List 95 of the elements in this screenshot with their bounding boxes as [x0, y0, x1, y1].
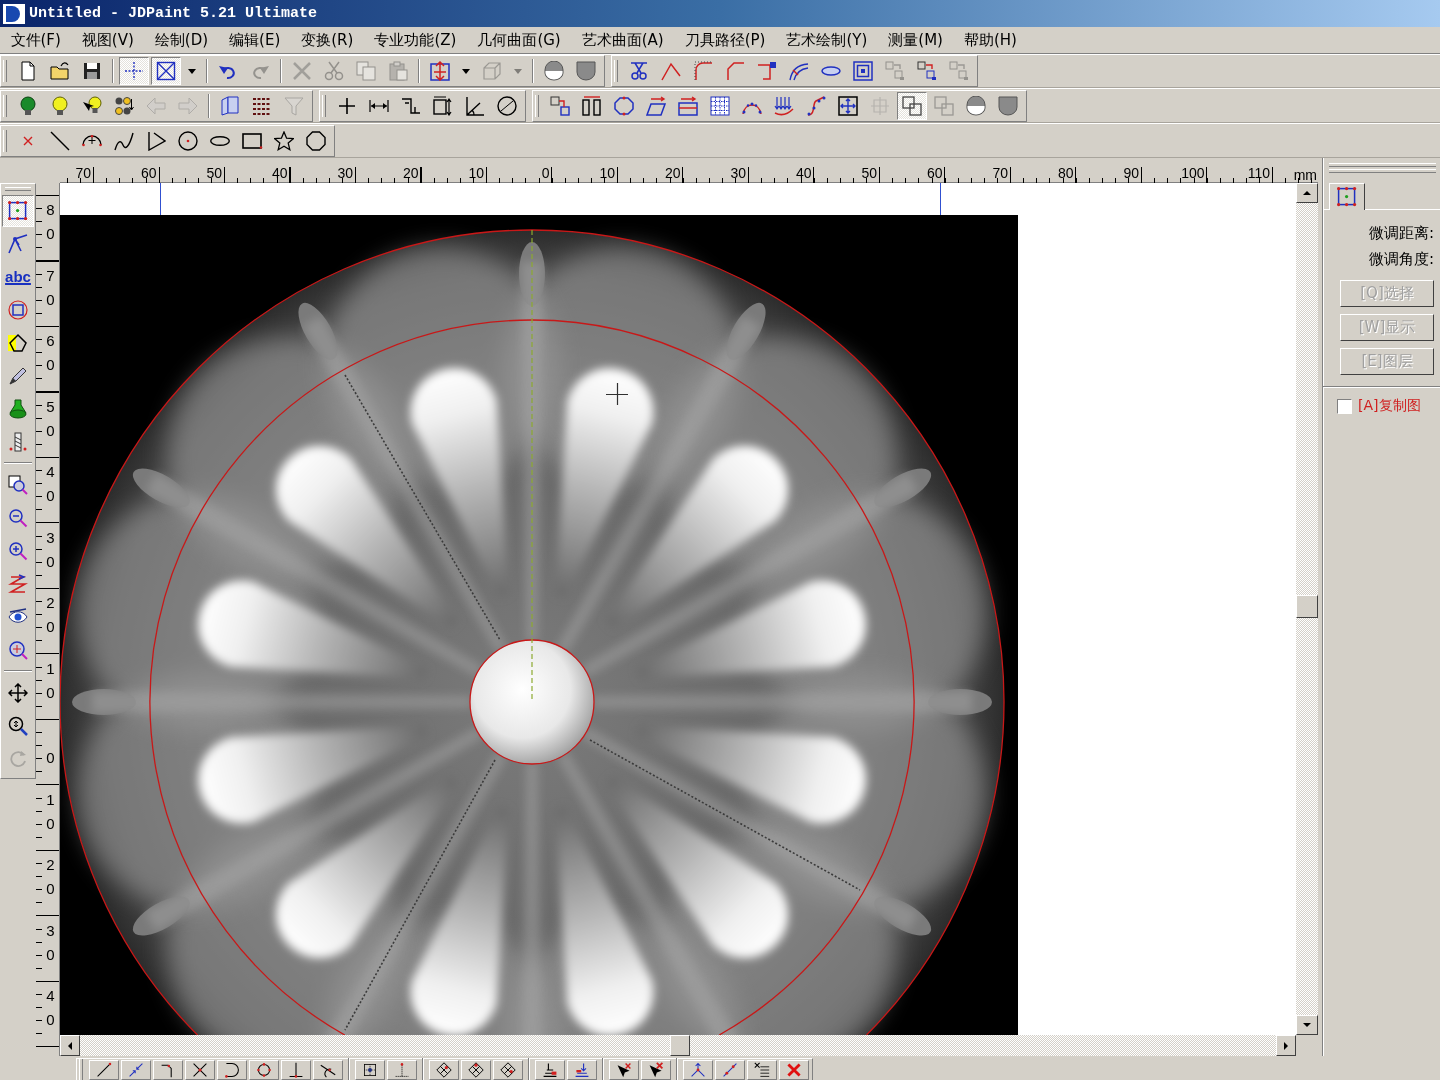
checkbox-label: [A]复制图: [1358, 397, 1421, 415]
ruler-label: 70: [991, 166, 1008, 181]
pointer-cross-button[interactable]: [609, 1059, 639, 1080]
ruler-label: 40: [45, 986, 56, 1030]
stack-arrow-button[interactable]: [567, 1059, 597, 1080]
menu-item[interactable]: 艺术绘制(Y): [775, 29, 878, 51]
up-arrow-icon: [1303, 191, 1311, 195]
vertical-scrollbar[interactable]: [1296, 183, 1318, 1035]
node-arrows-button[interactable]: [683, 1059, 713, 1080]
node-line-button[interactable]: [715, 1059, 745, 1080]
pointer-cross-button[interactable]: [641, 1059, 671, 1080]
right-arrow-icon: [1284, 1041, 1288, 1050]
crosshair-button[interactable]: [119, 57, 149, 85]
ruler-label: 0: [45, 748, 56, 768]
perpendicular-button[interactable]: [281, 1059, 311, 1080]
list-cross-button[interactable]: [747, 1059, 777, 1080]
text-tool-button[interactable]: abc: [2, 260, 34, 293]
menu-item[interactable]: 测量(M): [877, 29, 954, 51]
axis-point-button[interactable]: [387, 1059, 417, 1080]
ruler-label: 10: [598, 166, 615, 181]
scroll-thumb[interactable]: [670, 1035, 690, 1056]
overlapping-squares-button[interactable]: [897, 91, 927, 120]
ruler-label: 10: [45, 789, 56, 834]
menu-item[interactable]: 编辑(E): [218, 29, 291, 51]
circle-points-button[interactable]: [249, 1059, 279, 1080]
ruler-label: 50: [860, 166, 877, 181]
ruler-label: 80: [1056, 166, 1074, 181]
stack-button[interactable]: [535, 1059, 565, 1080]
ruler-label: 70: [74, 166, 91, 181]
ruler-label: 30: [729, 166, 746, 181]
window-title: Untitled - JDPaint 5.21 Ultimate: [29, 5, 318, 22]
scroll-up-button[interactable]: [1296, 183, 1318, 203]
ruler-label: 20: [45, 593, 56, 637]
ruler-label: 50: [45, 396, 56, 441]
arrows-in-button[interactable]: [121, 1059, 151, 1080]
ruler-label: 20: [401, 166, 419, 181]
app-icon: [3, 3, 25, 24]
ruler-label: 30: [45, 527, 56, 572]
ruler-unit: mm: [1293, 168, 1317, 183]
ruler-label: 10: [467, 166, 484, 181]
menu-item[interactable]: 变换(R): [290, 29, 364, 51]
ruler-label: 100: [1180, 166, 1205, 181]
ruler-label: 10: [45, 658, 56, 703]
menu-item[interactable]: 艺术曲面(A): [571, 29, 675, 51]
ruler-label: 50: [205, 166, 222, 181]
down-arrow-icon: [1303, 1023, 1311, 1027]
ruler-label: 30: [45, 920, 56, 965]
ruler-label: 80: [45, 200, 56, 244]
scroll-thumb[interactable]: [1296, 595, 1318, 618]
menu-item[interactable]: 视图(V): [71, 29, 145, 51]
ruler-label: 40: [45, 462, 56, 506]
grid-point-button[interactable]: [355, 1059, 385, 1080]
panel-tab[interactable]: [1329, 183, 1365, 210]
crosshair-cursor-icon: [605, 382, 629, 406]
ruler-label: 60: [45, 331, 56, 375]
ruler-label: 30: [336, 166, 353, 181]
ruler-label: 20: [663, 166, 681, 181]
select-frame-icon: [1337, 187, 1357, 207]
scroll-down-button[interactable]: [1296, 1015, 1318, 1035]
diamond-grid-button[interactable]: [461, 1059, 491, 1080]
guide-line: [940, 183, 941, 216]
ruler-label: 40: [794, 166, 812, 181]
drawing-canvas[interactable]: [60, 183, 1296, 1035]
ruler-label: 70: [45, 265, 56, 310]
ruler-label: 110: [1246, 166, 1270, 181]
scroll-left-button[interactable]: [60, 1035, 80, 1056]
diamond-grid-button[interactable]: [493, 1059, 523, 1080]
guide-line: [160, 183, 161, 216]
menu-item[interactable]: 刀具路径(P): [674, 29, 776, 51]
crossed-box-button[interactable]: [151, 57, 181, 85]
ruler-label: 60: [925, 166, 943, 181]
ruler-label: 90: [1122, 166, 1139, 181]
x-mark-button[interactable]: [779, 1059, 809, 1080]
menu-item[interactable]: 几何曲面(G): [466, 29, 572, 51]
menu-item[interactable]: 专业功能(Z): [363, 29, 467, 51]
diamond-grid-button[interactable]: [429, 1059, 459, 1080]
tangent-button[interactable]: [313, 1059, 343, 1080]
horizontal-scrollbar[interactable]: [60, 1035, 1296, 1056]
scroll-right-button[interactable]: [1276, 1035, 1296, 1056]
arc-point-button[interactable]: [217, 1059, 247, 1080]
ruler-label: 60: [139, 166, 157, 181]
ruler-label: 0: [540, 166, 550, 181]
field-label: 微调角度:: [1368, 249, 1434, 270]
left-arrow-icon: [68, 1041, 72, 1050]
ruler-label: 40: [270, 166, 288, 181]
intersection-button[interactable]: [185, 1059, 215, 1080]
checkbox[interactable]: [1337, 398, 1352, 414]
corner-point-button[interactable]: [153, 1059, 183, 1080]
menu-item[interactable]: 绘制(D): [144, 29, 219, 51]
select-frame-button[interactable]: [2, 194, 34, 227]
menu-item[interactable]: 文件(F): [0, 29, 72, 51]
ruler-label: 20: [45, 855, 56, 899]
line-endpoint-button[interactable]: [89, 1059, 119, 1080]
menu-item[interactable]: 帮助(H): [953, 29, 1028, 51]
field-label: 微调距离:: [1368, 223, 1434, 244]
